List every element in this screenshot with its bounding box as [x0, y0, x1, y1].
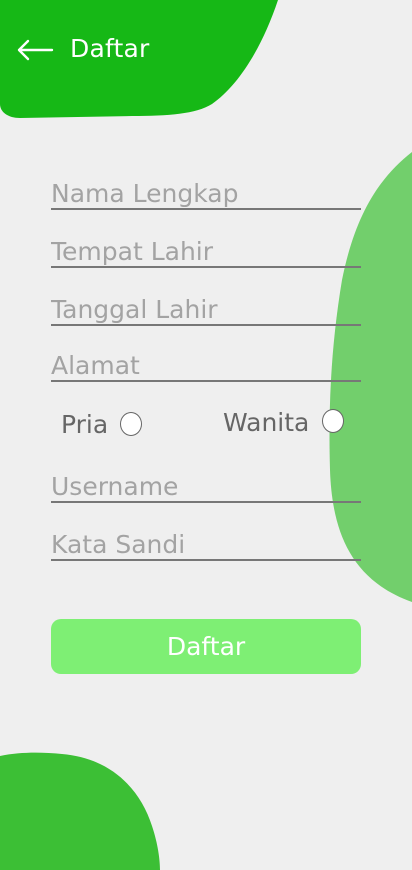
arrow-left-icon: [17, 39, 54, 61]
address-input[interactable]: [51, 350, 361, 382]
back-button[interactable]: [16, 36, 56, 64]
username-input[interactable]: [51, 471, 361, 503]
register-button[interactable]: Daftar: [51, 619, 361, 674]
gender-female-radio[interactable]: [322, 409, 344, 433]
gender-male-label: Pria: [61, 410, 109, 439]
birth-date-input[interactable]: [51, 294, 361, 326]
page-title: Daftar: [70, 34, 150, 63]
app-header: Daftar: [0, 0, 412, 100]
gender-female-label: Wanita: [223, 408, 310, 437]
password-input[interactable]: [51, 529, 361, 561]
bottom-decorative-blob: [0, 752, 160, 870]
birth-place-input[interactable]: [51, 236, 361, 268]
full-name-input[interactable]: [51, 178, 361, 210]
gender-male-radio[interactable]: [120, 412, 142, 436]
